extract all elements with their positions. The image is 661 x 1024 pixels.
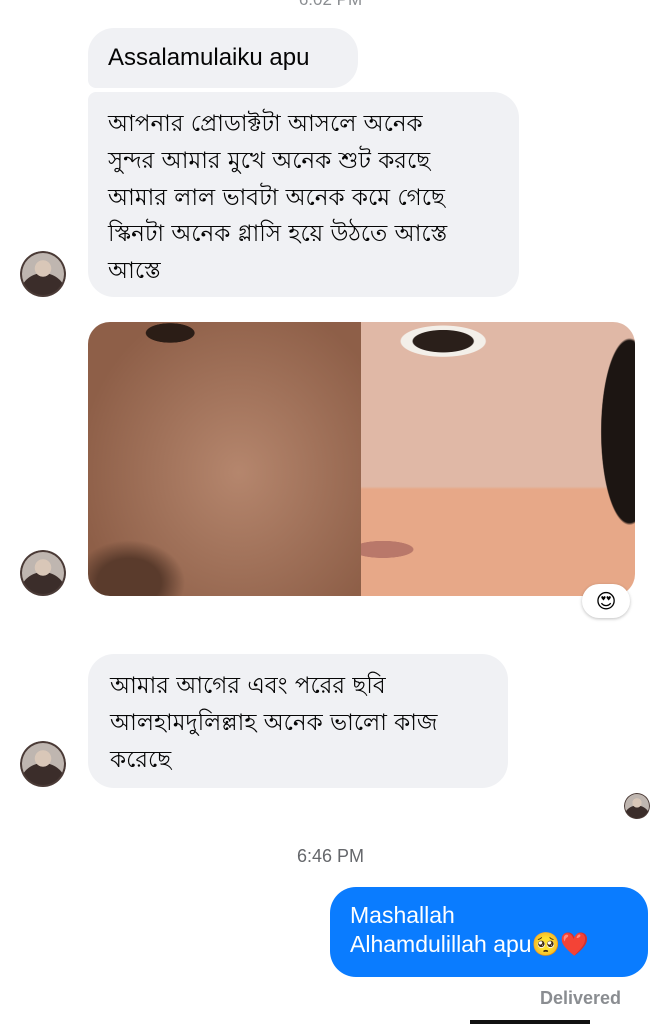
reply-emoji-icons: 🥺❤️ — [531, 930, 589, 957]
message-greeting[interactable]: Assalamulaiku apu — [88, 28, 358, 88]
before-photo[interactable] — [88, 322, 362, 596]
reply-line-1: Mashallah — [350, 902, 455, 928]
reply-line-2-text: Alhamdulillah apu — [350, 930, 532, 957]
message-timestamp: 6:46 PM — [296, 846, 365, 866]
seen-indicator-avatar — [624, 793, 650, 819]
message-before-after[interactable]: আমার আগের এবং পরের ছবি আলহামদুলিল্লাহ অন… — [88, 654, 508, 788]
delivery-status: Delivered — [539, 988, 621, 1008]
message-reply[interactable]: Mashallah Alhamdulillah apu🥺❤️ — [330, 887, 648, 977]
reply-line-2: Alhamdulillah apu🥺❤️ — [350, 930, 628, 959]
previous-timestamp: 6:02 PM — [0, 0, 661, 10]
sender-avatar[interactable] — [20, 741, 66, 787]
message-greeting-text: Assalamulaiku apu — [108, 44, 310, 71]
heart-eyes-icon: 😍 — [595, 589, 617, 613]
sender-avatar[interactable] — [20, 550, 66, 596]
sender-avatar[interactable] — [20, 251, 66, 297]
home-indicator — [470, 1020, 590, 1024]
after-photo[interactable] — [361, 322, 635, 596]
message-feedback[interactable]: আপনার প্রোডাক্টটা আসলে অনেক সুন্দর আমার … — [88, 92, 519, 297]
heart-eyes-reaction[interactable]: 😍 — [582, 584, 630, 618]
